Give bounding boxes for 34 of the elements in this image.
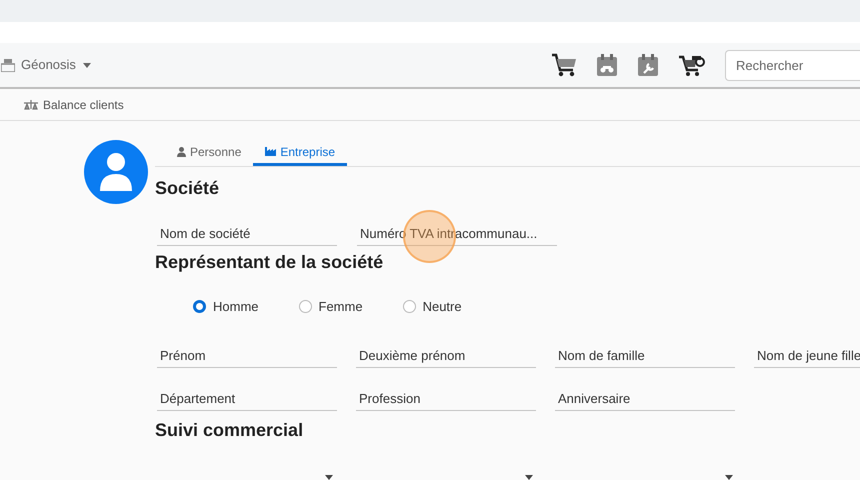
- caret-icon: [82, 62, 91, 68]
- text-field[interactable]: Deuxième prénom: [356, 344, 536, 368]
- company-dropdown[interactable]: Géonosis: [21, 55, 91, 75]
- person-icon: [177, 146, 186, 156]
- text-field[interactable]: Nom de société: [157, 222, 337, 246]
- radio-button[interactable]: [298, 300, 312, 314]
- section-title: Suivi commercial: [155, 418, 304, 442]
- factory-icon: [265, 147, 276, 156]
- text-field[interactable]: Anniversaire: [555, 386, 735, 410]
- balance-link[interactable]: Balance clients: [43, 96, 124, 114]
- section-title: Représentant de la société: [155, 251, 384, 274]
- caret-icon: [525, 474, 533, 480]
- scale-icon: [23, 99, 39, 110]
- radio-button[interactable]: [193, 300, 206, 314]
- text-field[interactable]: Nom de famille: [555, 344, 735, 368]
- caret-icon: [725, 474, 733, 480]
- person-icon: [100, 153, 132, 191]
- cart-icon[interactable]: [551, 53, 577, 77]
- radio-label: Homme: [213, 298, 259, 316]
- radio-button[interactable]: [402, 300, 416, 314]
- text-field[interactable]: Prénom: [157, 344, 337, 368]
- calendar-wrench-icon[interactable]: [637, 53, 659, 77]
- search-field[interactable]: Rechercher: [725, 50, 860, 80]
- cash-register-icon: [1, 58, 15, 72]
- cart-motorbike-icon[interactable]: [678, 53, 706, 77]
- text-field[interactable]: Profession: [356, 386, 536, 410]
- radio-label: Femme: [318, 298, 363, 316]
- calendar-motorbike-icon[interactable]: [596, 53, 618, 77]
- tab[interactable]: Personne: [165, 140, 254, 166]
- section-title: Société: [155, 177, 220, 200]
- text-field[interactable]: Département: [157, 386, 337, 410]
- tab[interactable]: Entreprise: [253, 140, 348, 166]
- caret-icon: [325, 474, 333, 480]
- radio-label: Neutre: [422, 298, 462, 316]
